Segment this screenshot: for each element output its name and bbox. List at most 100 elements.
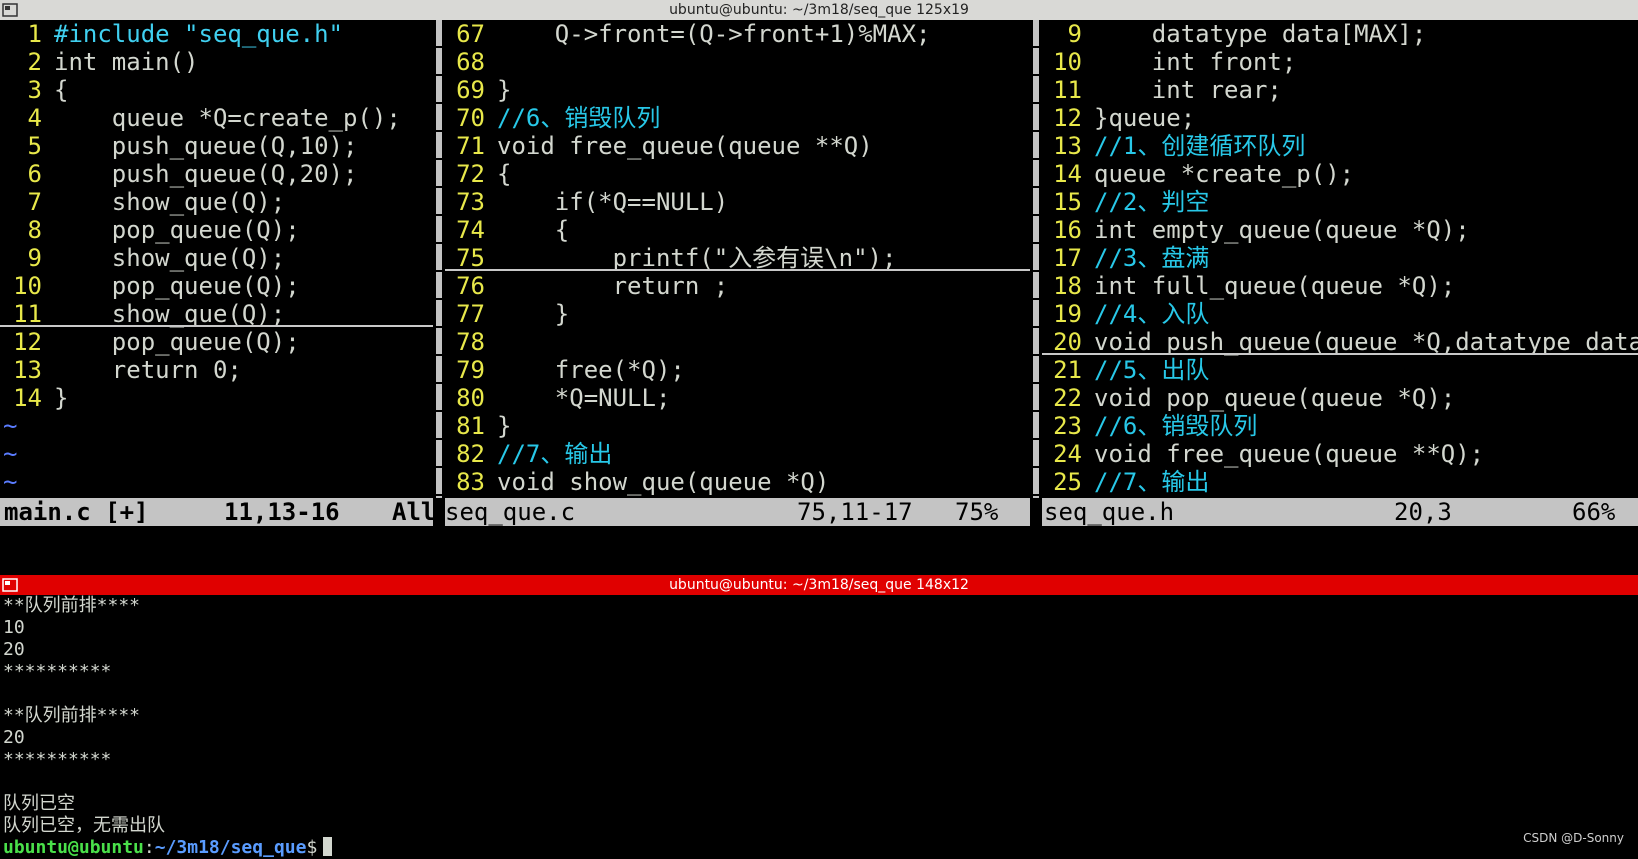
- bottom-window-titlebar[interactable]: ubuntu@ubuntu: ~/3m18/seq_que 148x12: [0, 575, 1638, 595]
- code-line[interactable]: 13 return 0;: [0, 356, 433, 384]
- terminal-cursor: [323, 837, 333, 856]
- code-text: //6、销毁队列: [1094, 412, 1258, 440]
- code-line[interactable]: 16 int empty_queue(queue *Q);: [1042, 216, 1638, 244]
- line-number: 11: [13, 300, 42, 328]
- line-number: 13: [1053, 132, 1082, 160]
- code-line[interactable]: 19 //4、入队: [1042, 300, 1638, 328]
- code-line[interactable]: 10 int front;: [1042, 48, 1638, 76]
- code-line[interactable]: 11 show_que(Q);: [0, 300, 433, 328]
- terminal-output-line: **队列前排****: [3, 705, 141, 726]
- code-line[interactable]: 15 //2、判空: [1042, 188, 1638, 216]
- code-line[interactable]: 83 void show_que(queue *Q): [445, 468, 1030, 496]
- code-line[interactable]: 22 void pop_queue(queue *Q);: [1042, 384, 1638, 412]
- code-line[interactable]: 1 #include "seq_que.h": [0, 20, 433, 48]
- line-number: 10: [1053, 48, 1082, 76]
- tilde-marker: ~: [3, 468, 18, 496]
- code-line[interactable]: 77 }: [445, 300, 1030, 328]
- code-line[interactable]: 7 show_que(Q);: [0, 188, 433, 216]
- terminal-output-line: 10: [3, 617, 25, 638]
- code-line[interactable]: 8 pop_queue(Q);: [0, 216, 433, 244]
- code-text: show_que(Q);: [54, 300, 286, 328]
- code-line[interactable]: 10 pop_queue(Q);: [0, 272, 433, 300]
- code-line[interactable]: 73 if(*Q==NULL): [445, 188, 1030, 216]
- code-text: int full_queue(queue *Q);: [1094, 272, 1456, 300]
- code-line[interactable]: 20 void push_queue(queue *Q,datatype data…: [1042, 328, 1638, 356]
- code-line[interactable]: 17 //3、盘满: [1042, 244, 1638, 272]
- code-line[interactable]: 25 //7、输出: [1042, 468, 1638, 496]
- code-line[interactable]: 18 int full_queue(queue *Q);: [1042, 272, 1638, 300]
- top-window-titlebar[interactable]: ubuntu@ubuntu: ~/3m18/seq_que 125x19: [0, 0, 1638, 20]
- code-line[interactable]: 82 //7、输出: [445, 440, 1030, 468]
- code-line[interactable]: 81}: [445, 412, 1030, 440]
- code-line[interactable]: 23 //6、销毁队列: [1042, 412, 1638, 440]
- code-line[interactable]: 24 void free_queue(queue **Q);: [1042, 440, 1638, 468]
- code-line[interactable]: 80 *Q=NULL;: [445, 384, 1030, 412]
- code-line[interactable]: 3{: [0, 76, 433, 104]
- code-line[interactable]: 6 push_queue(Q,20);: [0, 160, 433, 188]
- line-number: 9: [1067, 20, 1082, 48]
- code-text: int front;: [1094, 48, 1297, 76]
- line-number: 69: [456, 76, 485, 104]
- code-line[interactable]: 11 int rear;: [1042, 76, 1638, 104]
- code-text: {: [54, 76, 69, 104]
- editor-pane-seq-que-c[interactable]: 67 Q->front=(Q->front+1)%MAX; 68 69} 70//6、…: [445, 20, 1030, 498]
- code-line[interactable]: 69}: [445, 76, 1030, 104]
- code-line[interactable]: 67 Q->front=(Q->front+1)%MAX;: [445, 20, 1030, 48]
- terminal-output-line: 20: [3, 727, 25, 748]
- line-number: 3: [27, 76, 42, 104]
- line-number: 16: [1053, 216, 1082, 244]
- line-number: 18: [1053, 272, 1082, 300]
- status-filename: seq_que.h: [1044, 498, 1175, 526]
- line-number: 75: [456, 244, 485, 272]
- terminal-icon[interactable]: [2, 3, 18, 17]
- code-line[interactable]: 4 queue *Q=create_p();: [0, 104, 433, 132]
- code-text: show_que(Q);: [54, 244, 286, 272]
- code-line[interactable]: 12}queue;: [1042, 104, 1638, 132]
- status-cursor-position: 75,11-17: [797, 498, 913, 526]
- terminal-output-line: 20: [3, 639, 25, 660]
- code-line[interactable]: 78: [445, 328, 1030, 356]
- code-line[interactable]: 9 show_que(Q);: [0, 244, 433, 272]
- terminal-output-line: **********: [3, 749, 112, 770]
- shell-prompt-line[interactable]: ubuntu@ubuntu:~/3m18/seq_que$: [0, 837, 1638, 859]
- terminal-icon[interactable]: [2, 578, 18, 592]
- code-text: free(*Q);: [497, 356, 685, 384]
- code-text: //7、输出: [1094, 468, 1210, 496]
- editor-pane-main-c[interactable]: 1 #include "seq_que.h" 2 int main() 3{4 queu…: [0, 20, 433, 498]
- code-line[interactable]: 9 datatype data[MAX];: [1042, 20, 1638, 48]
- code-line[interactable]: 2 int main(): [0, 48, 433, 76]
- terminal-output[interactable]: **队列前排**** 10 20 ********** **队列前排**** 20 ****…: [0, 595, 1638, 858]
- code-line[interactable]: 75 printf("入参有误\n");: [445, 244, 1030, 272]
- code-line[interactable]: 14}: [0, 384, 433, 412]
- code-line[interactable]: 14 queue *create_p();: [1042, 160, 1638, 188]
- code-line[interactable]: 76 return ;: [445, 272, 1030, 300]
- bottom-window-title: ubuntu@ubuntu: ~/3m18/seq_que 148x12: [669, 577, 969, 593]
- line-number: 12: [13, 328, 42, 356]
- line-number: 74: [456, 216, 485, 244]
- code-line[interactable]: 12 pop_queue(Q);: [0, 328, 433, 356]
- vim-editor[interactable]: 1 #include "seq_que.h" 2 int main() 3{4 queu…: [0, 20, 1638, 575]
- code-line[interactable]: 74 {: [445, 216, 1030, 244]
- code-line[interactable]: 68: [445, 48, 1030, 76]
- line-number: 79: [456, 356, 485, 384]
- code-line[interactable]: 72 {: [445, 160, 1030, 188]
- code-text: datatype data[MAX];: [1094, 20, 1427, 48]
- line-number: 6: [27, 160, 42, 188]
- line-number: 82: [456, 440, 485, 468]
- code-line[interactable]: 79 free(*Q);: [445, 356, 1030, 384]
- line-number: 21: [1053, 356, 1082, 384]
- line-number: 72: [456, 160, 485, 188]
- editor-pane-seq-que-h[interactable]: 9 datatype data[MAX]; 10 int front; 11 int…: [1042, 20, 1638, 498]
- code-line[interactable]: 70 //6、销毁队列: [445, 104, 1030, 132]
- vertical-split-separator[interactable]: [1030, 20, 1042, 498]
- code-text: Q->front=(Q->front+1)%MAX;: [497, 20, 931, 48]
- status-filename: seq_que.c: [445, 498, 576, 526]
- vertical-split-separator[interactable]: [433, 20, 445, 498]
- code-line[interactable]: 21 //5、出队: [1042, 356, 1638, 384]
- code-line[interactable]: 13 //1、创建循环队列: [1042, 132, 1638, 160]
- code-line[interactable]: 5 push_queue(Q,10);: [0, 132, 433, 160]
- line-number: 20: [1053, 328, 1082, 356]
- code-line[interactable]: 71 void free_queue(queue **Q): [445, 132, 1030, 160]
- status-scroll-percent: All: [392, 498, 433, 526]
